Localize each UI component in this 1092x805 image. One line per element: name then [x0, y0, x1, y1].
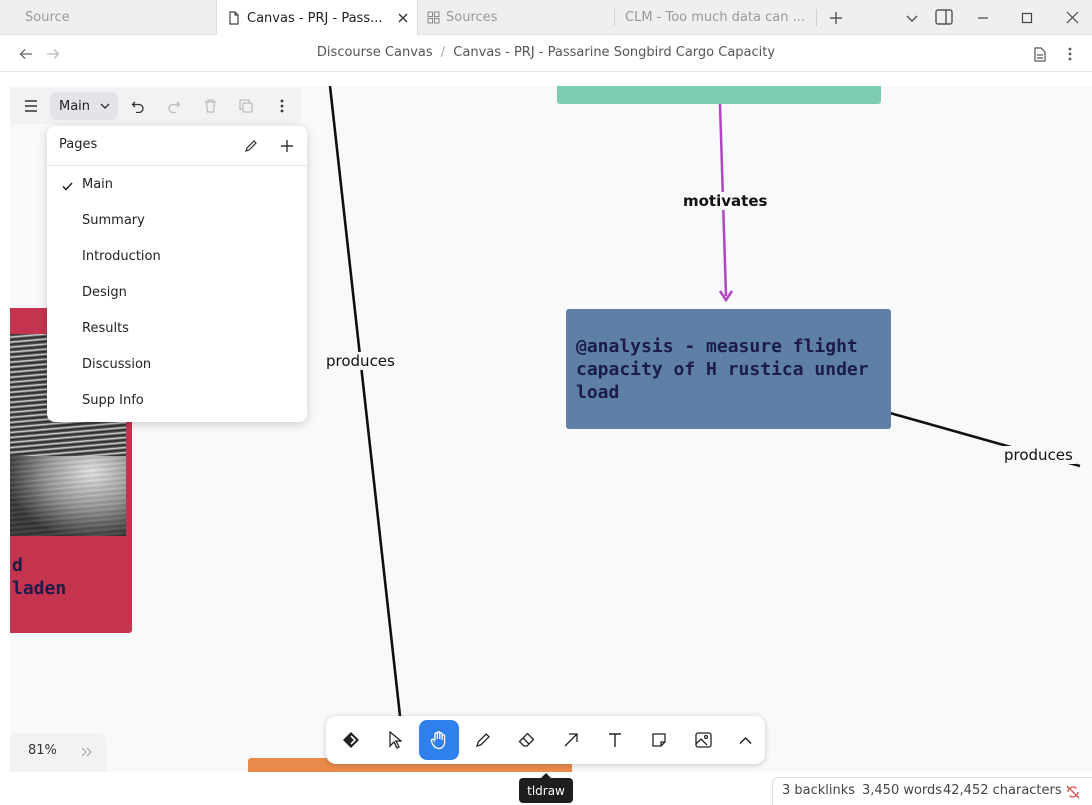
- tab-sources[interactable]: Sources: [418, 0, 614, 35]
- divider: [47, 165, 307, 166]
- zoom-level[interactable]: 81%: [28, 743, 57, 758]
- draw-tool-button[interactable]: [463, 720, 503, 760]
- chevron-down-icon[interactable]: [902, 8, 922, 28]
- breadcrumb-separator: /: [440, 45, 446, 60]
- page-item-summary[interactable]: Summary: [82, 213, 145, 228]
- tab-divider: [816, 9, 817, 26]
- add-page-icon[interactable]: [277, 136, 297, 156]
- tab-bar: Source Canvas - PRJ - Pass... Sources CL…: [0, 0, 1092, 36]
- pencil-icon: [476, 733, 490, 747]
- eraser-icon: [518, 732, 535, 747]
- pages-menu-title: Pages: [59, 137, 98, 152]
- tab-label: Canvas - PRJ - Pass...: [247, 10, 383, 26]
- more-options-icon[interactable]: [1060, 44, 1080, 64]
- window-close-icon[interactable]: [1062, 7, 1082, 27]
- tab-label: Sources: [446, 10, 498, 25]
- tools-toolbar: [326, 716, 765, 764]
- text-tool-button[interactable]: [595, 720, 635, 760]
- maximize-icon[interactable]: [1017, 8, 1037, 28]
- edit-pencil-icon[interactable]: [241, 136, 261, 156]
- minimize-icon[interactable]: [973, 8, 993, 28]
- hand-icon: [430, 731, 446, 750]
- wave-image-detail: [10, 456, 126, 536]
- page-item-supp-info[interactable]: Supp Info: [82, 393, 144, 408]
- undo-icon[interactable]: [129, 97, 147, 115]
- arrow-icon: [564, 733, 578, 747]
- page-item-main[interactable]: Main: [82, 177, 113, 192]
- reading-view-icon[interactable]: [1030, 44, 1050, 64]
- word-count: 3,450 words: [862, 783, 943, 798]
- tab-clm[interactable]: CLM - Too much data can ...: [614, 0, 816, 35]
- discourse-tool-button[interactable]: [331, 720, 371, 760]
- nav-bar: Discourse Canvas / Canvas - PRJ - Passar…: [0, 35, 1092, 72]
- discourse-graph-icon: [343, 732, 359, 748]
- status-bar: 3 backlinks 3,450 words 42,452 character…: [772, 777, 1092, 805]
- media-tool-button[interactable]: [683, 720, 723, 760]
- hand-tool-button[interactable]: [419, 720, 459, 760]
- checkmark-icon: [60, 179, 74, 193]
- character-count: 42,452 characters: [943, 783, 1062, 798]
- red-node-text-line-1: d: [12, 555, 23, 576]
- analysis-node-text: @analysis - measure flight capacity of H…: [576, 336, 869, 403]
- tab-label: CLM - Too much data can ...: [625, 10, 805, 25]
- tab-canvas[interactable]: Canvas - PRJ - Pass...: [216, 0, 418, 36]
- cursor-icon: [389, 731, 402, 749]
- page-select[interactable]: Main: [50, 92, 118, 120]
- edge-label-produces-left[interactable]: produces: [323, 352, 398, 370]
- edge-label-produces-right[interactable]: produces: [1001, 446, 1076, 464]
- new-tab-icon[interactable]: [826, 8, 846, 28]
- edge-label-motivates[interactable]: motivates: [680, 192, 771, 210]
- expand-minimap-icon[interactable]: [78, 743, 96, 761]
- page-select-value: Main: [59, 98, 91, 114]
- page-item-introduction[interactable]: Introduction: [82, 249, 161, 264]
- sticky-note-icon: [652, 733, 666, 747]
- breadcrumb-parent[interactable]: Discourse Canvas: [317, 45, 433, 60]
- eraser-tool-button[interactable]: [507, 720, 547, 760]
- teal-node[interactable]: [557, 86, 881, 104]
- red-node-text-line-2: laden: [12, 578, 67, 599]
- analysis-node[interactable]: @analysis - measure flight capacity of H…: [566, 309, 891, 429]
- note-tool-button[interactable]: [639, 720, 679, 760]
- sidebar-toggle-icon[interactable]: [934, 7, 954, 27]
- breadcrumb-current[interactable]: Canvas - PRJ - Passarine Songbird Cargo …: [453, 45, 775, 60]
- more-options-icon[interactable]: [273, 97, 291, 115]
- sync-disabled-icon[interactable]: [1064, 783, 1082, 801]
- chevron-down-icon: [100, 103, 110, 109]
- left-margin: [0, 72, 10, 805]
- redo-icon[interactable]: [165, 97, 183, 115]
- menu-icon[interactable]: [22, 97, 40, 115]
- page-item-discussion[interactable]: Discussion: [82, 357, 151, 372]
- grid-icon: [427, 11, 440, 24]
- chevron-up-icon: [738, 736, 752, 744]
- image-icon: [694, 732, 712, 748]
- document-icon: [229, 11, 239, 25]
- edge-produces-left-line[interactable]: [328, 86, 402, 717]
- canvas-top-toolbar: Main: [10, 88, 302, 124]
- text-icon: [609, 733, 621, 747]
- zoom-control: 81%: [10, 733, 106, 772]
- backlinks-count[interactable]: 3 backlinks: [782, 783, 855, 798]
- pages-menu: Pages Main Summary Introduction Design R…: [47, 126, 307, 422]
- close-icon[interactable]: [397, 12, 409, 24]
- select-tool-button[interactable]: [375, 720, 415, 760]
- tooltip: tldraw: [519, 773, 573, 803]
- more-tools-button[interactable]: [725, 720, 765, 760]
- tab-source[interactable]: Source: [0, 0, 216, 35]
- tab-label: Source: [25, 10, 70, 25]
- breadcrumb: Discourse Canvas / Canvas - PRJ - Passar…: [0, 45, 1092, 60]
- page-item-design[interactable]: Design: [82, 285, 127, 300]
- arrow-tool-button[interactable]: [551, 720, 591, 760]
- delete-icon[interactable]: [201, 97, 219, 115]
- duplicate-icon[interactable]: [237, 97, 255, 115]
- page-item-results[interactable]: Results: [82, 321, 129, 336]
